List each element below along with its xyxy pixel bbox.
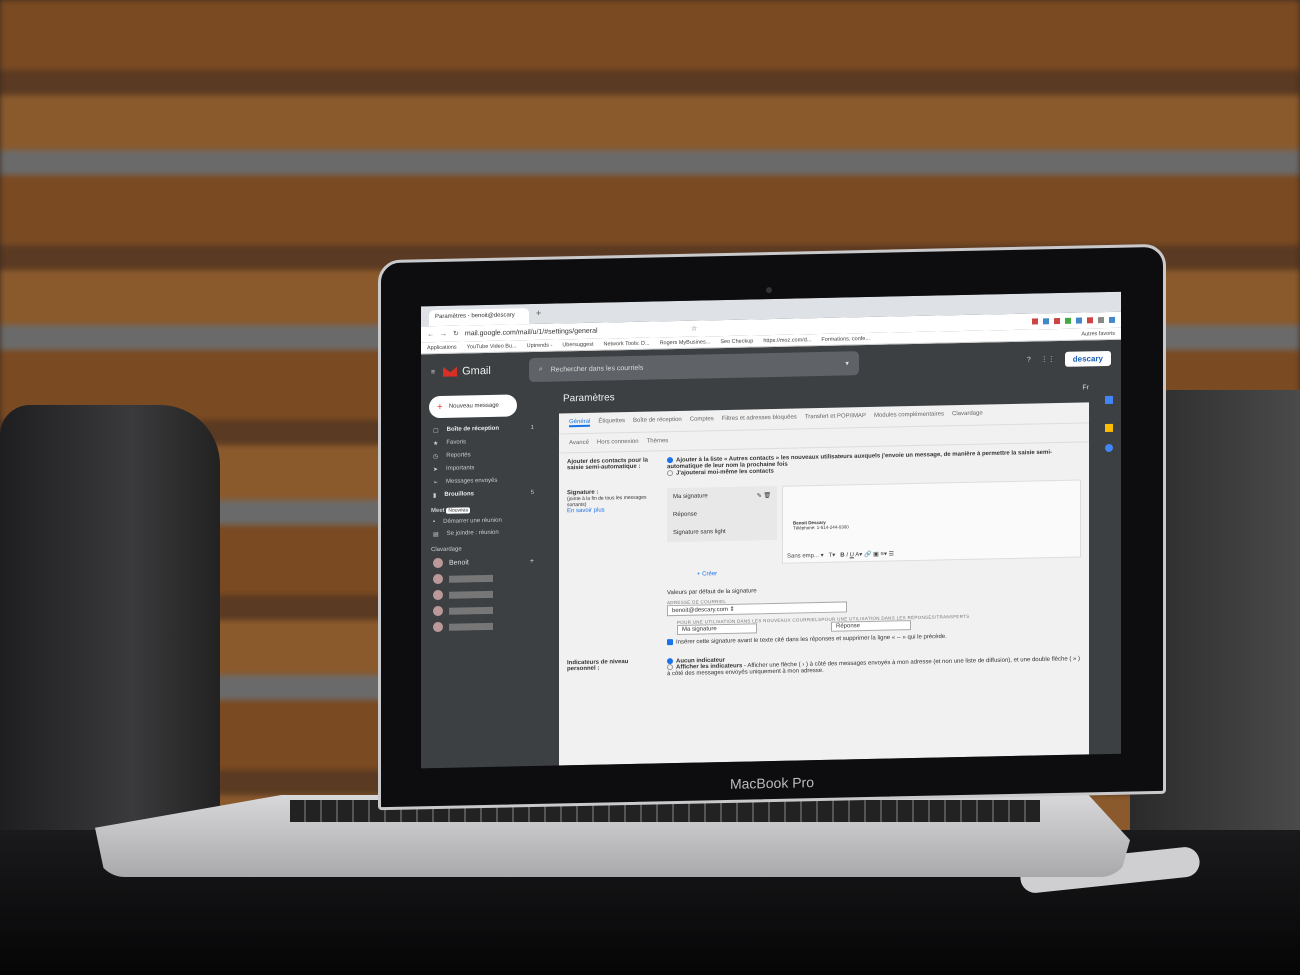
compose-button[interactable]: + Nouveau message <box>429 394 517 419</box>
bookmark[interactable]: Uptrends - <box>527 342 553 349</box>
chair-left <box>0 405 220 835</box>
tasks-icon[interactable] <box>1105 443 1113 453</box>
tab-offline[interactable]: Hors connexion <box>597 439 639 446</box>
settings-gear-icon[interactable]: Fr <box>1082 384 1089 391</box>
laptop-lid: MacBook Pro Paramètres - benoit@descary … <box>378 243 1166 811</box>
tab-general[interactable]: Général <box>569 418 591 428</box>
signature-setting: Signature : (jointe à la fin de tous les … <box>559 474 1089 655</box>
signature-item[interactable]: Signature sans light <box>667 522 777 542</box>
side-panel <box>1097 375 1121 755</box>
help-icon[interactable]: ? <box>1027 356 1031 363</box>
tab-themes[interactable]: Thèmes <box>647 438 669 444</box>
brand-label: MacBook Pro <box>729 774 815 792</box>
bookmark[interactable]: Formations, confe... <box>821 335 870 342</box>
bookmark[interactable]: Ubersuggest <box>562 341 593 348</box>
formatting-toolbar[interactable]: Sans emp... ▾ T▾ B I U A▾ 🔗 ▣ ≡▾ ☰ <box>787 551 894 560</box>
keep-icon[interactable] <box>1105 423 1113 433</box>
new-mail-signature-select[interactable]: Ma signature <box>677 623 757 636</box>
signature-list: Ma signature ✎ 🗑 Réponse Signature sans l… <box>667 486 777 543</box>
bookmark[interactable]: Rogers MyBusines... <box>660 339 711 346</box>
app-name: Gmail <box>462 364 491 378</box>
search-icon: ⌕ <box>538 365 543 373</box>
new-tab-icon[interactable]: + <box>536 308 541 318</box>
autocomplete-label: Ajouter des contacts pour la saisie semi… <box>567 457 649 472</box>
menu-icon[interactable]: ≡ <box>431 369 435 376</box>
settings-main: Paramètres Fr Général Étiquettes Boîte de … <box>559 376 1089 766</box>
sidebar: + Nouveau message ▢ Boîte de réception 1 ★ F… <box>421 388 546 769</box>
apps-icon[interactable]: ⋮⋮ <box>1041 355 1055 363</box>
bookmark[interactable]: https://moz.com/d... <box>763 337 811 344</box>
back-icon[interactable]: ← <box>427 331 434 338</box>
bookmark[interactable]: Network Tools: D... <box>604 340 650 347</box>
learn-more-link[interactable]: En savoir plus <box>567 507 657 515</box>
search-input[interactable]: ⌕ Rechercher dans les courriels ▾ <box>528 351 859 383</box>
tab-forwarding[interactable]: Transfert et POP/IMAP <box>805 413 866 422</box>
email-select[interactable]: benoit@descary.com ⇕ <box>667 601 847 617</box>
bookmark[interactable]: YouTube Video Bu... <box>467 343 517 350</box>
search-options-icon[interactable]: ▾ <box>845 359 849 367</box>
compose-label: Nouveau message <box>448 402 499 410</box>
browser-tab[interactable]: Paramètres - benoit@descary <box>429 308 529 327</box>
extensions <box>1032 316 1115 325</box>
tab-advanced[interactable]: Avancé <box>569 440 589 446</box>
signature-phone: Téléphone: 1-514-244-0300 <box>793 524 849 531</box>
tab-inbox[interactable]: Boîte de réception <box>633 417 682 426</box>
reply-signature-select[interactable]: Réponse <box>831 620 911 632</box>
tab-accounts[interactable]: Comptes <box>690 416 714 425</box>
gmail-logo[interactable]: Gmail <box>443 365 491 378</box>
plus-icon: + <box>437 401 443 413</box>
screen: Paramètres - benoit@descary + ← → ↻ mail.g… <box>421 291 1121 769</box>
tab-labels[interactable]: Étiquettes <box>598 418 625 427</box>
gmail-m-icon <box>443 367 457 377</box>
signature-editor[interactable]: Benoit Descary Téléphone: 1-514-244-0300 … <box>782 479 1081 564</box>
bookmark[interactable]: Seo Checkup <box>720 338 753 345</box>
create-signature-button[interactable]: + Créer <box>697 564 1081 577</box>
edit-delete-icons: ✎ 🗑 <box>756 493 771 500</box>
url-input[interactable]: mail.google.com/mail/u/1/#settings/gener… <box>465 325 685 337</box>
reload-icon[interactable]: ↻ <box>453 330 459 338</box>
tab-addons[interactable]: Modules complémentaires <box>874 411 944 420</box>
star-icon[interactable]: ☆ <box>691 325 697 333</box>
tab-chat[interactable]: Clavardage <box>952 411 983 420</box>
contact[interactable] <box>421 617 546 636</box>
camera <box>766 287 772 294</box>
account-logo[interactable]: descary <box>1064 350 1111 367</box>
signature-item[interactable]: Ma signature ✎ 🗑 <box>667 486 777 506</box>
bookmark[interactable]: Applications <box>427 344 457 351</box>
indicators-label: Indicateurs de niveau personnel : <box>567 658 629 673</box>
forward-icon[interactable]: → <box>440 330 447 337</box>
signature-item[interactable]: Réponse <box>667 504 777 524</box>
search-placeholder: Rechercher dans les courriels <box>550 364 644 374</box>
calendar-icon[interactable] <box>1105 395 1113 405</box>
tab-filters[interactable]: Filtres et adresses bloquées <box>722 414 797 424</box>
bookmark[interactable]: Autres favoris <box>1081 330 1115 337</box>
